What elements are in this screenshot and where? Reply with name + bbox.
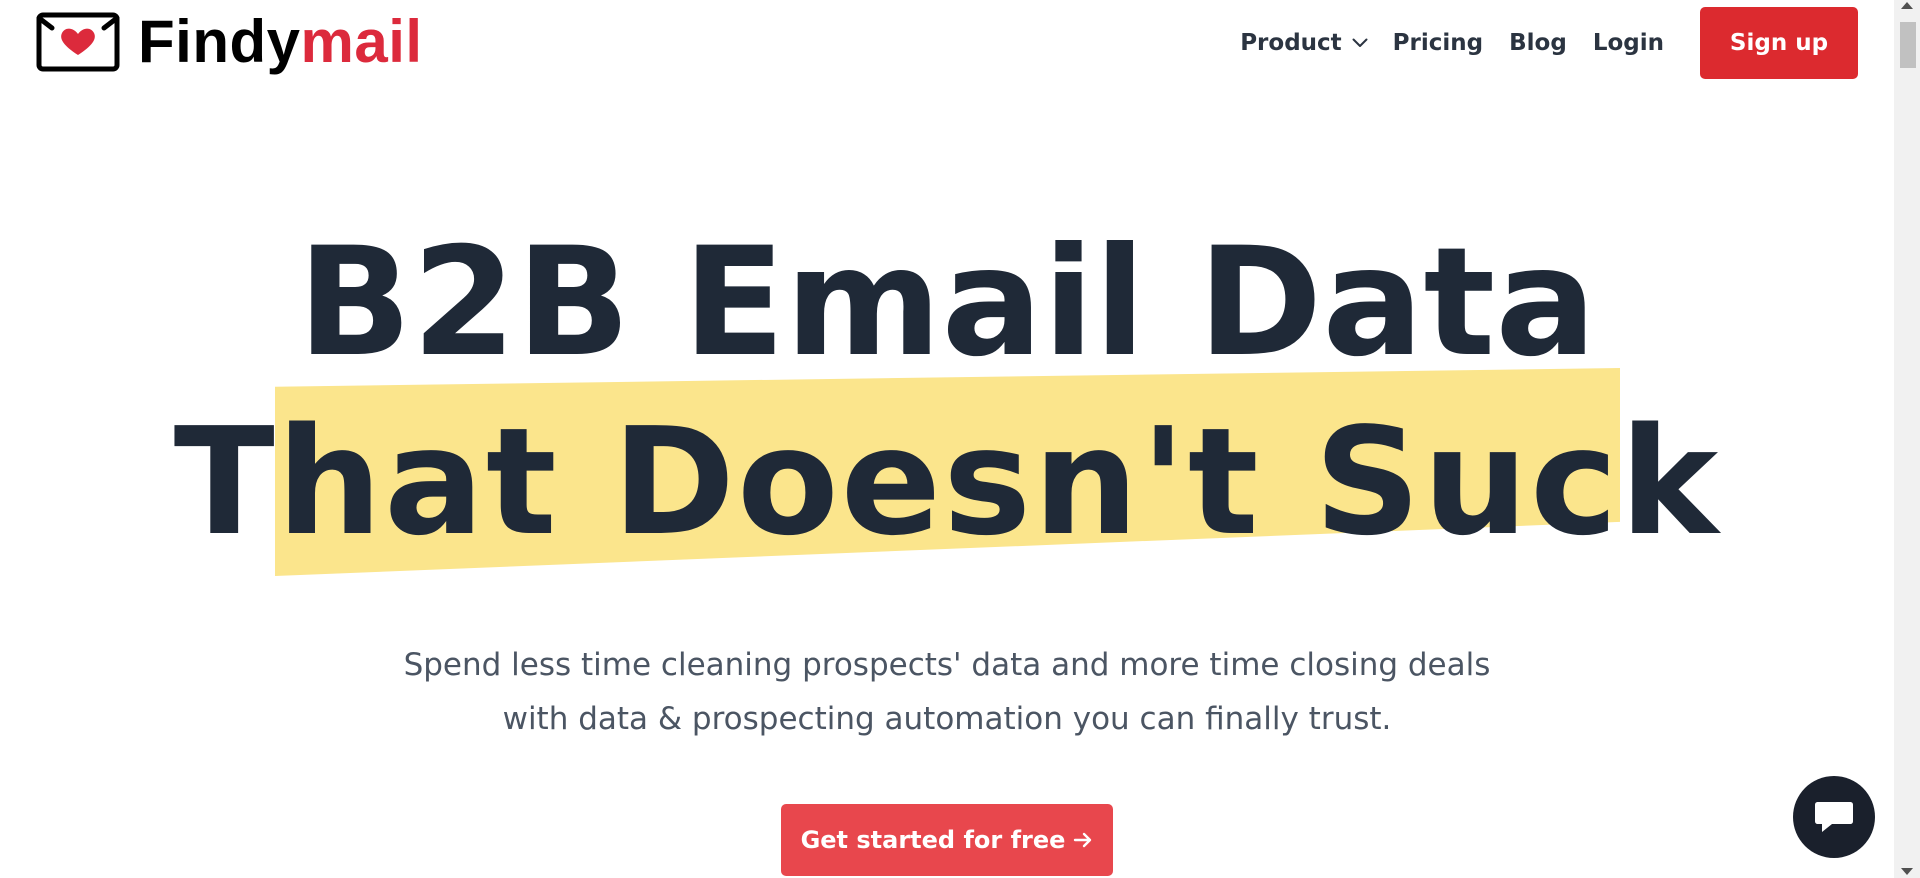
logo-link[interactable]: Findymail: [36, 12, 423, 72]
logo-wordmark: Findymail: [138, 12, 423, 72]
nav-product-dropdown[interactable]: Product: [1240, 30, 1368, 56]
page: Findymail Product Pricing Blog Login Sig…: [0, 0, 1920, 878]
chat-bubble-icon: [1815, 802, 1853, 832]
chat-widget-button[interactable]: [1793, 776, 1875, 858]
logo-text-findy: Findy: [138, 8, 301, 75]
nav-pricing-link[interactable]: Pricing: [1393, 30, 1483, 56]
hero-headline-line1: B2B Email Data: [297, 216, 1597, 390]
scroll-up-arrow-icon[interactable]: [1901, 2, 1913, 9]
get-started-button[interactable]: Get started for free: [781, 804, 1113, 876]
scrollbar-thumb[interactable]: [1900, 22, 1916, 68]
get-started-label: Get started for free: [800, 826, 1066, 854]
logo-text-mail: mail: [300, 8, 423, 75]
envelope-heart-icon: [36, 12, 120, 72]
hero-subtitle-line2: with data & prospecting automation you c…: [502, 701, 1392, 737]
scroll-down-arrow-icon[interactable]: [1901, 868, 1913, 875]
hero-subtitle: Spend less time cleaning prospects' data…: [0, 638, 1894, 746]
chevron-down-icon: [1352, 38, 1368, 47]
page-scrollbar[interactable]: [1894, 0, 1920, 878]
hero-subtitle-line1: Spend less time cleaning prospects' data…: [403, 647, 1491, 683]
nav-blog-link[interactable]: Blog: [1509, 30, 1567, 56]
hero-headline-line2: That Doesn't Suck: [173, 396, 1721, 568]
arrow-right-icon: [1074, 832, 1092, 848]
signup-button[interactable]: Sign up: [1700, 7, 1858, 79]
main-nav: Product Pricing Blog Login Sign up: [1240, 7, 1858, 79]
nav-product-label: Product: [1240, 30, 1342, 56]
nav-login-link[interactable]: Login: [1593, 30, 1664, 56]
